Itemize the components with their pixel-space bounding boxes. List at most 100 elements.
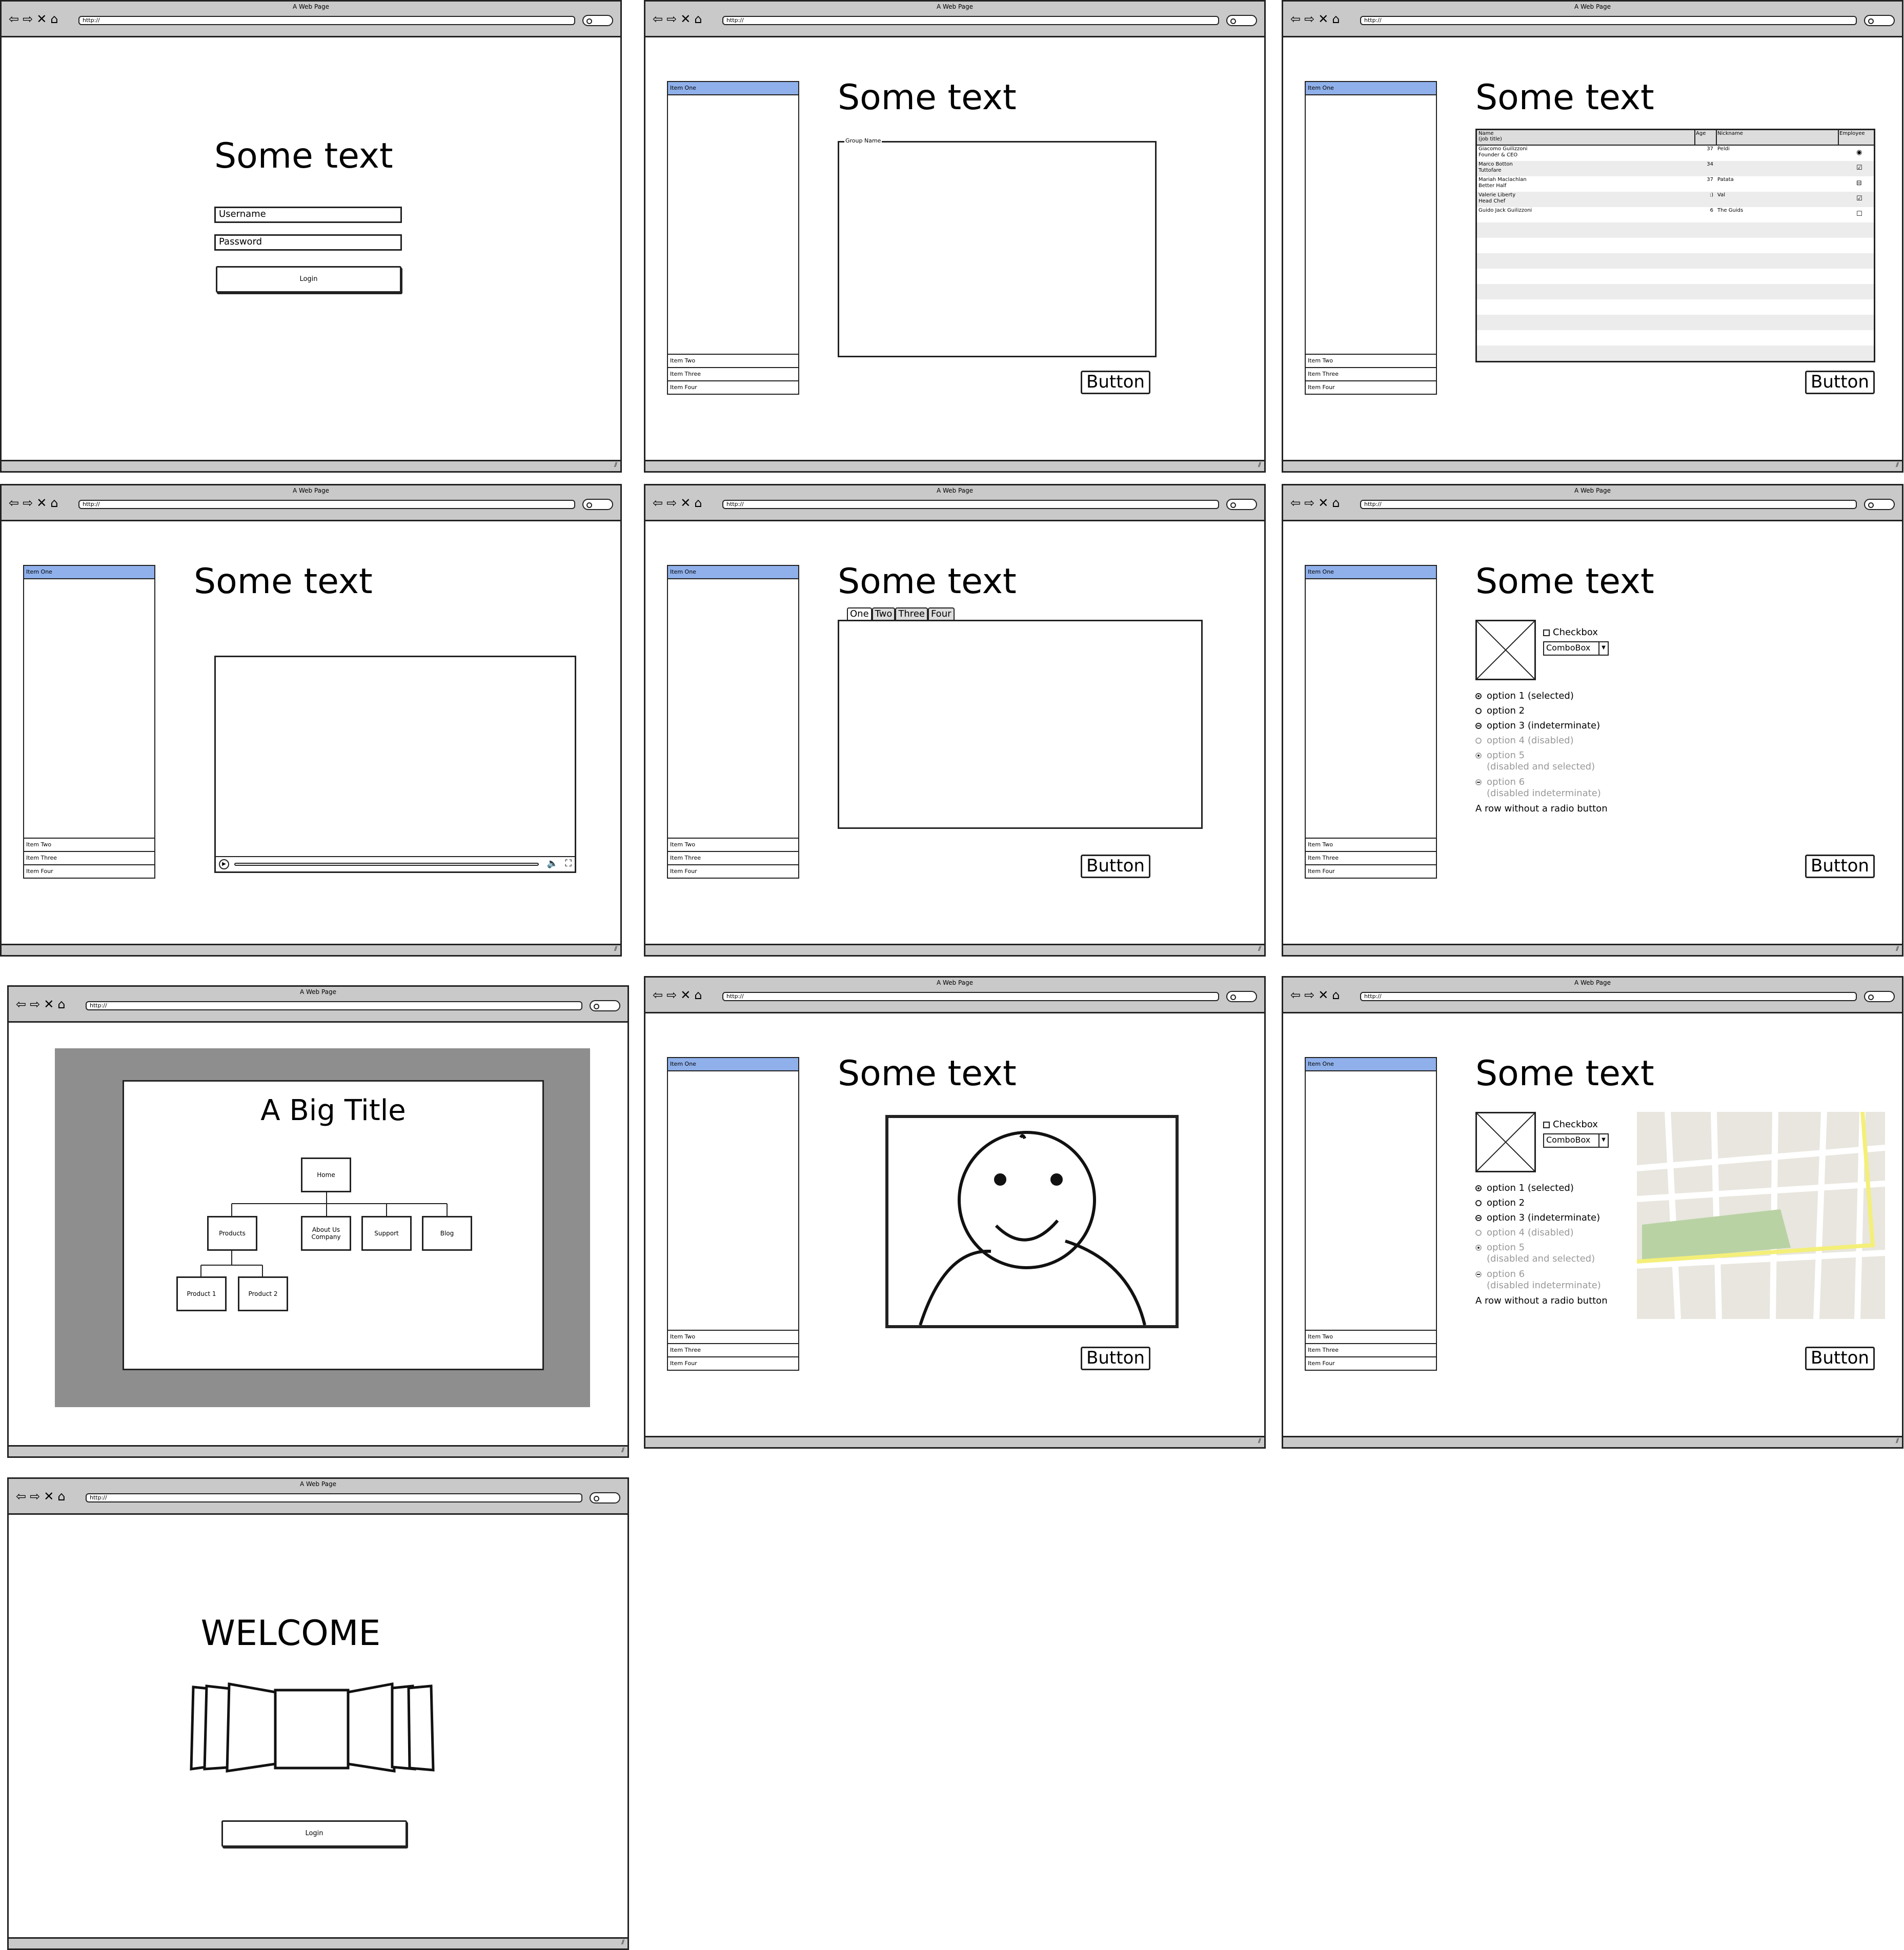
item-list[interactable]: Item One Item Two Item Three Item Four <box>1305 81 1437 395</box>
item-list[interactable]: Item One Item Two Item Three Item Four <box>1305 565 1437 879</box>
list-item[interactable]: Item One <box>668 82 798 95</box>
data-grid[interactable]: Name (job title) Age Nickname Employee Giaco… <box>1475 129 1875 362</box>
tab-one[interactable]: One <box>847 607 872 620</box>
close-x-icon[interactable]: ✕ <box>44 1490 54 1502</box>
search-icon[interactable] <box>1226 15 1257 26</box>
search-icon[interactable] <box>1226 991 1257 1002</box>
button[interactable]: Button <box>1805 1347 1875 1370</box>
combobox[interactable]: ComboBox ▼ <box>1543 1133 1609 1148</box>
list-item[interactable]: Item Two <box>1306 838 1436 851</box>
chevron-down-icon[interactable]: ▼ <box>1598 1134 1608 1147</box>
resize-grip-icon[interactable]: ⫽ <box>1258 461 1261 469</box>
search-icon[interactable] <box>1864 15 1895 26</box>
employee-checkbox[interactable]: ⊟ <box>1856 179 1862 187</box>
home-icon[interactable]: ⌂ <box>694 13 702 25</box>
list-item[interactable]: Item Two <box>668 838 798 851</box>
search-icon[interactable] <box>582 15 613 26</box>
password-field[interactable]: Password <box>214 234 402 251</box>
radio-option[interactable]: option 3 (indeterminate) <box>1475 720 1600 732</box>
login-button[interactable]: Login <box>221 1820 407 1847</box>
back-arrow-icon[interactable]: ⇦ <box>1290 13 1301 25</box>
back-arrow-icon[interactable]: ⇦ <box>16 998 26 1010</box>
address-bar[interactable]: http:// <box>1360 16 1857 25</box>
button[interactable]: Button <box>1081 371 1150 394</box>
button[interactable]: Button <box>1805 371 1875 394</box>
employee-checkbox[interactable]: ☑ <box>1856 195 1862 202</box>
forward-arrow-icon[interactable]: ⇨ <box>30 1490 40 1502</box>
list-item[interactable]: Item One <box>24 566 154 579</box>
combobox[interactable]: ComboBox ▼ <box>1543 641 1609 656</box>
map[interactable] <box>1637 1112 1885 1319</box>
radio-button-icon[interactable] <box>1475 1185 1482 1191</box>
table-row[interactable]: Valerie Liberty Head Chef:) Val ☑ <box>1477 192 1874 207</box>
table-row[interactable] <box>1477 315 1874 330</box>
home-icon[interactable]: ⌂ <box>57 998 65 1010</box>
back-arrow-icon[interactable]: ⇦ <box>1290 497 1301 509</box>
close-x-icon[interactable]: ✕ <box>1318 989 1328 1001</box>
back-arrow-icon[interactable]: ⇦ <box>9 13 19 25</box>
home-icon[interactable]: ⌂ <box>1332 989 1340 1001</box>
resize-grip-icon[interactable]: ⫽ <box>621 1447 624 1454</box>
home-icon[interactable]: ⌂ <box>694 497 702 509</box>
list-item[interactable]: Item One <box>1306 82 1436 95</box>
checkbox[interactable]: Checkbox <box>1543 1119 1598 1130</box>
login-button[interactable]: Login <box>216 266 401 293</box>
list-item[interactable]: Item Four <box>668 864 798 878</box>
video-player[interactable]: ▶ 🔈 ⛶ <box>214 656 576 873</box>
table-row[interactable] <box>1477 222 1874 238</box>
radio-button-icon[interactable] <box>1475 708 1482 714</box>
home-icon[interactable]: ⌂ <box>694 989 702 1001</box>
address-bar[interactable]: http:// <box>722 16 1219 25</box>
radio-button-icon[interactable] <box>1475 1215 1482 1221</box>
list-item[interactable]: Item Two <box>24 838 154 851</box>
list-item[interactable]: Item Four <box>668 380 798 394</box>
list-item[interactable]: Item Two <box>1306 1330 1436 1343</box>
close-x-icon[interactable]: ✕ <box>680 497 691 509</box>
button[interactable]: Button <box>1081 855 1150 878</box>
home-icon[interactable]: ⌂ <box>50 497 58 509</box>
checkbox-box[interactable] <box>1543 1121 1550 1128</box>
list-item[interactable]: Item Three <box>1306 367 1436 380</box>
button[interactable]: Button <box>1081 1347 1150 1370</box>
list-item[interactable]: Item Two <box>1306 354 1436 367</box>
address-bar[interactable]: http:// <box>1360 992 1857 1001</box>
video-progress-bar[interactable] <box>234 863 539 866</box>
address-bar[interactable]: http:// <box>86 1001 582 1010</box>
tab-three[interactable]: Three <box>895 607 928 620</box>
radio-button-icon[interactable] <box>1475 693 1482 699</box>
home-icon[interactable]: ⌂ <box>50 13 58 25</box>
radio-button-icon[interactable] <box>1475 1200 1482 1206</box>
list-item[interactable]: Item Four <box>1306 864 1436 878</box>
resize-grip-icon[interactable]: ⫽ <box>1896 1437 1899 1445</box>
list-item[interactable]: Item Four <box>24 864 154 878</box>
forward-arrow-icon[interactable]: ⇨ <box>666 989 677 1001</box>
table-row[interactable] <box>1477 299 1874 315</box>
table-row[interactable] <box>1477 330 1874 346</box>
search-icon[interactable] <box>1864 499 1895 510</box>
item-list[interactable]: Item One Item Two Item Three Item Four <box>667 565 799 879</box>
list-item[interactable]: Item Four <box>1306 380 1436 394</box>
tab-four[interactable]: Four <box>927 607 955 620</box>
home-icon[interactable]: ⌂ <box>1332 497 1340 509</box>
volume-icon[interactable]: 🔈 <box>547 858 558 869</box>
employee-checkbox[interactable]: ◉ <box>1856 149 1862 156</box>
resize-grip-icon[interactable]: ⫽ <box>1258 1437 1261 1445</box>
forward-arrow-icon[interactable]: ⇨ <box>666 497 677 509</box>
forward-arrow-icon[interactable]: ⇨ <box>666 13 677 25</box>
radio-option[interactable]: option 2 <box>1475 705 1525 717</box>
back-arrow-icon[interactable]: ⇦ <box>653 13 663 25</box>
grid-column-header[interactable]: Name (job title) <box>1478 131 1693 142</box>
table-row[interactable] <box>1477 269 1874 284</box>
chevron-down-icon[interactable]: ▼ <box>1598 642 1608 655</box>
forward-arrow-icon[interactable]: ⇨ <box>1304 13 1314 25</box>
forward-arrow-icon[interactable]: ⇨ <box>1304 989 1314 1001</box>
radio-button-icon[interactable] <box>1475 723 1482 729</box>
table-row[interactable]: Giacomo Guilizzoni Founder & CEO 37 Peldi ◉ <box>1477 146 1874 161</box>
item-list[interactable]: Item One Item Two Item Three Item Four <box>667 1057 799 1371</box>
close-x-icon[interactable]: ✕ <box>680 989 691 1001</box>
forward-arrow-icon[interactable]: ⇨ <box>23 13 33 25</box>
grid-column-header[interactable]: Age <box>1696 131 1714 136</box>
list-item[interactable]: Item Three <box>24 851 154 864</box>
home-icon[interactable]: ⌂ <box>57 1490 65 1502</box>
close-x-icon[interactable]: ✕ <box>680 13 691 25</box>
